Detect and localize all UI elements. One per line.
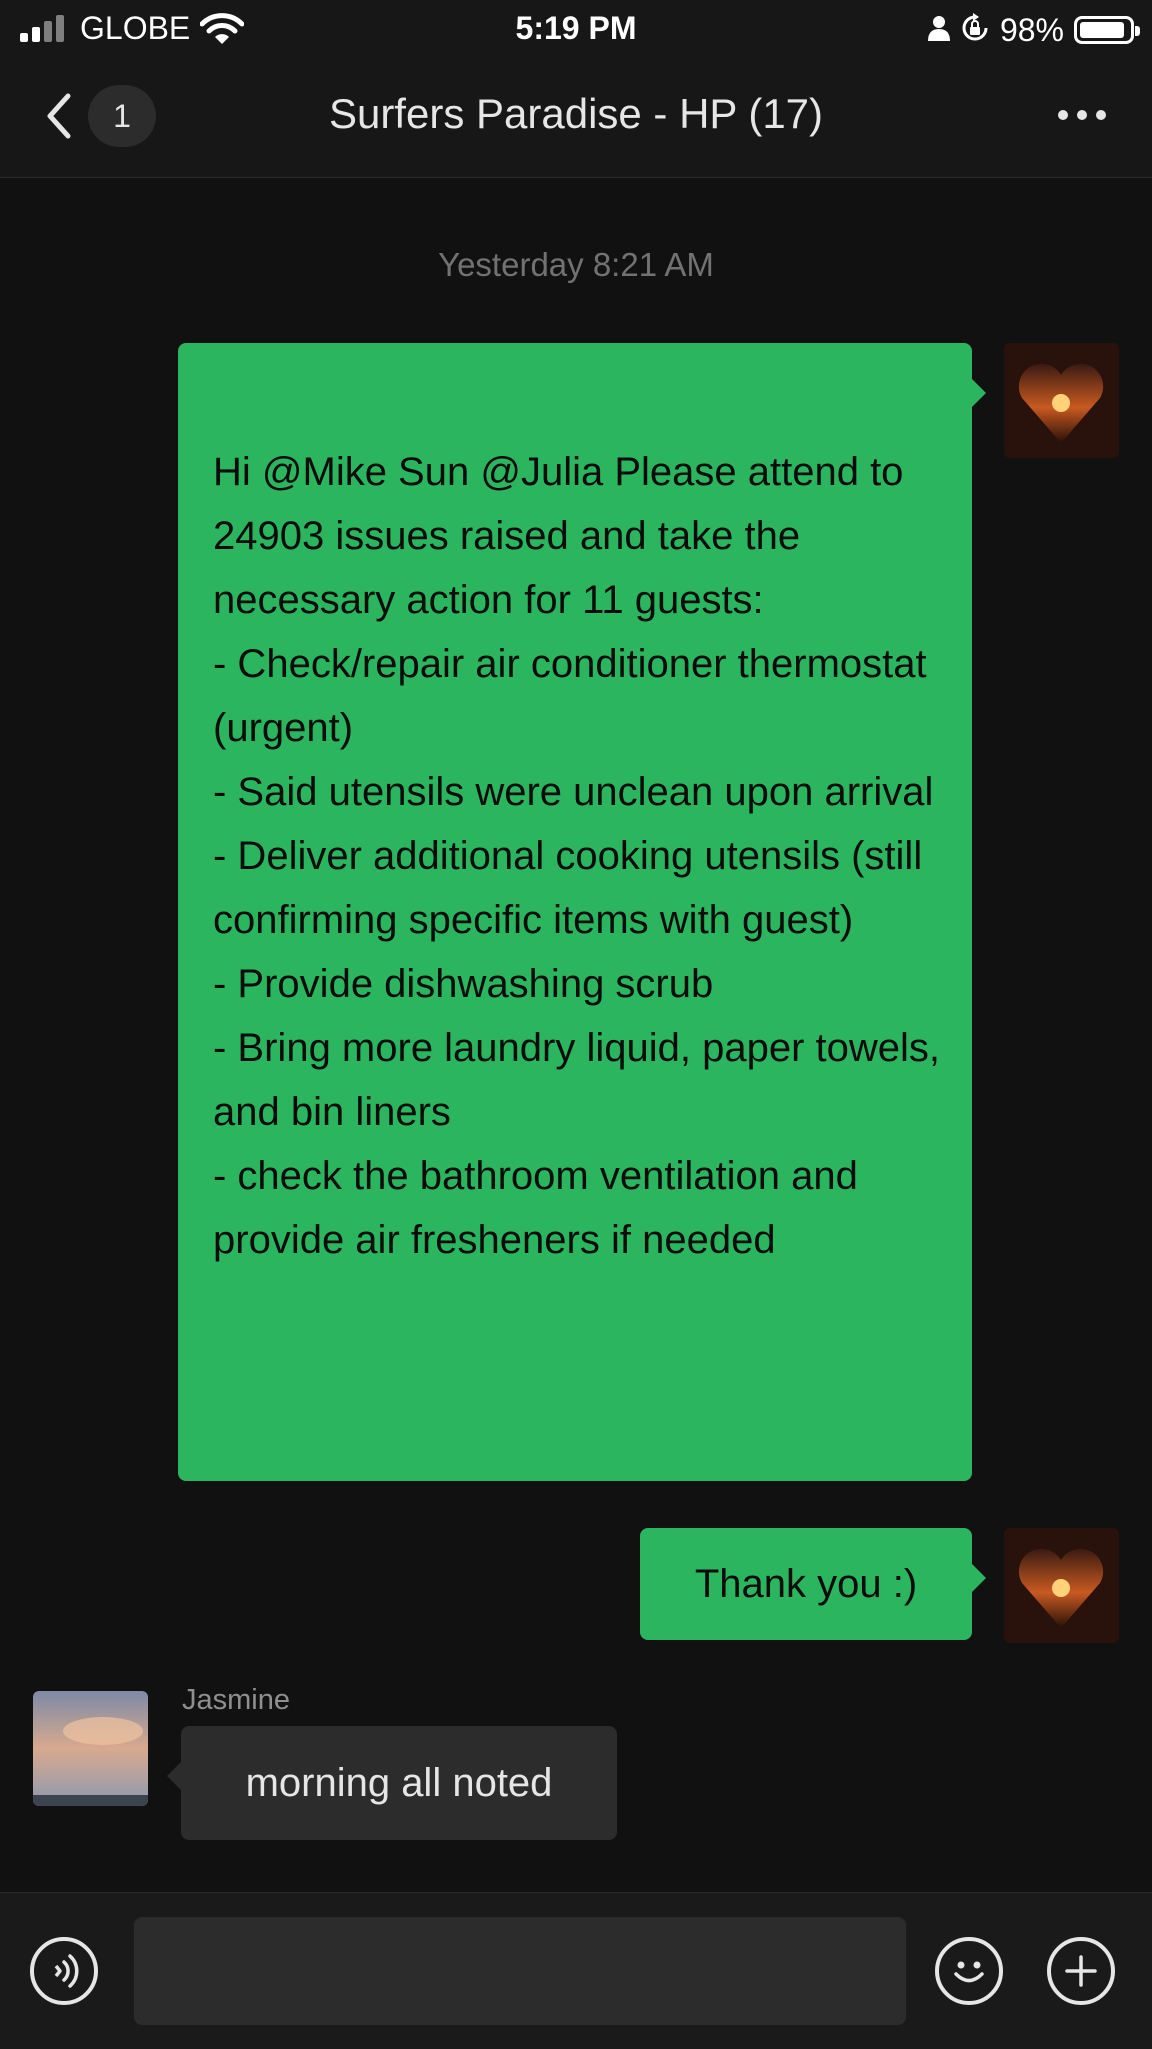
message-input-bar (0, 1892, 1152, 2049)
my-avatar[interactable] (1004, 343, 1119, 458)
emoji-button[interactable] (935, 1937, 1003, 2005)
rotation-lock-icon (960, 12, 990, 48)
battery-percent: 98% (999, 11, 1064, 48)
message-timestamp: Yesterday 8:21 AM (438, 246, 714, 283)
status-right-group: 98% (927, 10, 1140, 50)
sender-avatar[interactable] (33, 1691, 148, 1806)
outgoing-message-bubble[interactable]: Hi @Mike Sun @Julia Please attend to 249… (178, 343, 986, 1481)
my-avatar[interactable] (1004, 1528, 1119, 1643)
battery-level-fill (1080, 22, 1125, 38)
incoming-message-bubble[interactable]: morning all noted (167, 1726, 617, 1840)
message-text: Hi @Mike Sun @Julia Please attend to 249… (213, 450, 941, 1262)
chat-title: Surfers Paradise - HP (17) (328, 90, 824, 137)
message-text: morning all noted (245, 1760, 553, 1805)
plus-icon (1065, 1955, 1097, 1987)
sender-name: Jasmine (182, 1684, 290, 1716)
more-dots-icon (1058, 110, 1068, 120)
message-text: Thank you :) (694, 1562, 918, 1606)
chat-header: 1 Surfers Paradise - HP (17) (0, 60, 1152, 178)
voice-input-button[interactable] (30, 1937, 98, 2005)
more-options-button[interactable] (1058, 110, 1106, 120)
person-icon (927, 15, 950, 46)
message-input[interactable] (134, 1917, 906, 2025)
voice-input-icon (54, 1954, 79, 1988)
status-bar: GLOBE 5:19 PM 98% (0, 0, 1152, 60)
more-functions-button[interactable] (1047, 1937, 1115, 2005)
emoji-icon (954, 1961, 984, 1983)
battery-icon (1074, 16, 1140, 44)
outgoing-message-bubble[interactable]: Thank you :) (640, 1528, 986, 1640)
